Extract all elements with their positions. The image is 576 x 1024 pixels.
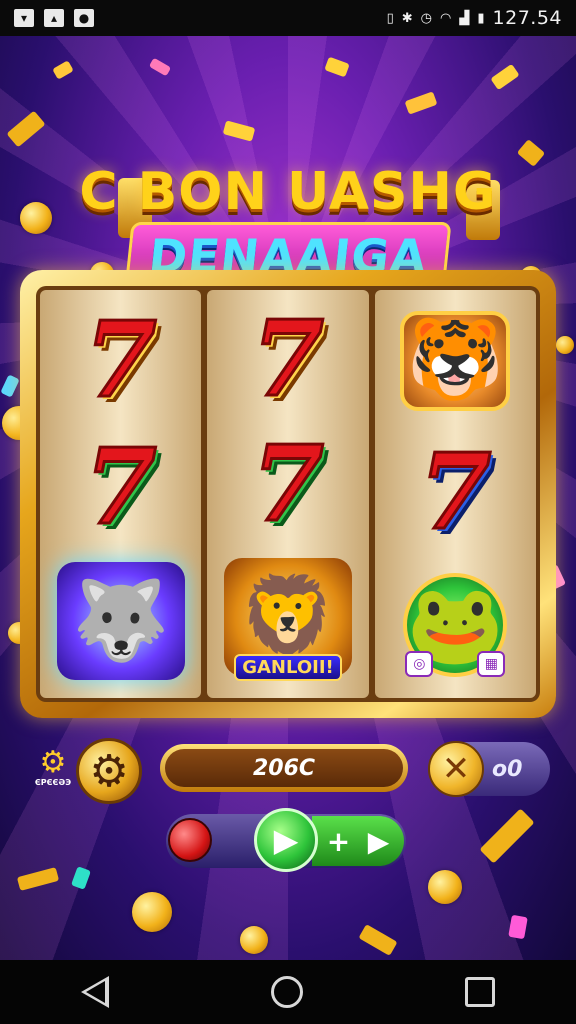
gear-icon: ⚙ (89, 745, 129, 797)
signal-icon: ▟ (459, 10, 470, 26)
bet-display: 206C (160, 744, 408, 792)
notification-icons: ▾ ▴ ● (14, 9, 94, 27)
coin (556, 336, 574, 354)
seven-symbol: 7 (250, 422, 325, 546)
autoplay-button[interactable]: + ▶ (312, 816, 404, 866)
seven-symbol: 7 (250, 296, 325, 420)
navigation-bar (0, 960, 576, 1024)
coin (428, 870, 462, 904)
gear-small-icon: ⚙ (39, 745, 67, 780)
seven-symbol: 7 (418, 429, 493, 553)
status-bar: ▾ ▴ ● ▯ ✱ ◷ ◠ ▟ ▮ 127.54 (0, 0, 576, 36)
play-icon: ▶ (367, 824, 390, 858)
battery-icon: ▮ (477, 10, 485, 26)
spin-button[interactable]: ▶ (254, 808, 318, 872)
multiplier-button[interactable]: ✕ (428, 741, 484, 797)
alarm-icon: ◷ (420, 10, 433, 26)
tiger-icon: 🐯 (400, 310, 511, 411)
lion-symbol: 🦁 GANLOII! (223, 558, 352, 682)
reels-frame: 7 7 🐺 7 7 🦁 GANLOII! 🐯 7 🐸 ◎ ▦ (20, 270, 556, 718)
lion-tag: GANLOII! (234, 654, 342, 682)
seven-symbol: 7 (83, 297, 158, 421)
swirl-icon: ◎ (405, 651, 434, 678)
wifi-icon: ◠ (440, 10, 452, 26)
settings-label: ЄРЄЄӘЭ (34, 778, 72, 787)
vibrate-icon: ▯ (386, 10, 394, 26)
coin (132, 892, 172, 932)
reel-2: 7 7 🦁 GANLOII! (207, 290, 369, 698)
notification-icon-c: ● (74, 9, 94, 27)
system-icons: ▯ ✱ ◷ ◠ ▟ ▮ 127.54 (387, 7, 562, 29)
coin (240, 926, 268, 954)
clock: 127.54 (492, 7, 562, 29)
plus-sign: + (326, 824, 351, 858)
play-icon: ▶ (273, 821, 299, 859)
multiplier-control[interactable]: ✕ о0 (428, 741, 550, 797)
notification-icon-a: ▾ (14, 9, 34, 27)
logo-title-line1: C BON UASHG (79, 162, 497, 222)
frog-symbol: 🐸 ◎ ▦ (403, 573, 508, 678)
bomb-button[interactable] (168, 818, 212, 862)
reel-3: 🐯 7 🐸 ◎ ▦ (374, 290, 536, 698)
close-x-icon: ✕ (441, 749, 471, 789)
reel-1: 7 7 🐺 (40, 290, 202, 698)
wolf-icon: 🐺 (56, 562, 185, 681)
back-icon[interactable] (81, 976, 109, 1008)
game-stage: C BON UASHG DENAAIGA 7 7 🐺 7 7 🦁 GANLOII… (0, 36, 576, 960)
settings-shortcut[interactable]: ⚙ ЄРЄЄӘЭ (30, 745, 76, 788)
home-icon[interactable] (271, 976, 303, 1008)
seven-symbol: 7 (83, 424, 158, 548)
multiplier-value: о0 (492, 756, 523, 782)
frog-badges: ◎ ▦ (405, 651, 506, 678)
bluetooth-icon: ✱ (401, 10, 413, 26)
recents-icon[interactable] (465, 977, 495, 1007)
grid-icon: ▦ (477, 651, 506, 678)
bet-value: 206C (165, 749, 403, 787)
settings-button[interactable]: ⚙ (76, 738, 142, 804)
notification-icon-b: ▴ (44, 9, 64, 27)
reels: 7 7 🐺 7 7 🦁 GANLOII! 🐯 7 🐸 ◎ ▦ (36, 286, 540, 702)
